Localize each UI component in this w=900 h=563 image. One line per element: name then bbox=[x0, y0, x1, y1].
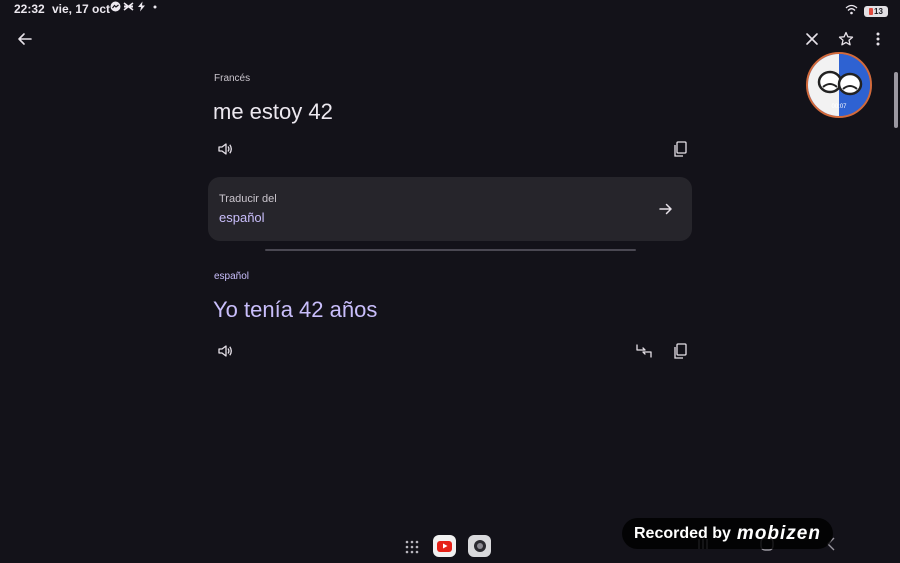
close-button[interactable] bbox=[798, 25, 826, 53]
flash-icon bbox=[136, 1, 147, 12]
app-drawer-button[interactable] bbox=[402, 537, 422, 557]
translate-from-language: español bbox=[219, 210, 265, 225]
status-date: vie, 17 oct bbox=[52, 2, 111, 16]
status-right: 13 bbox=[845, 2, 888, 20]
messenger-icon bbox=[110, 1, 121, 12]
source-language-label: Francés bbox=[214, 73, 251, 84]
battery-percent: 13 bbox=[874, 6, 883, 16]
translate-from-title: Traducir del bbox=[219, 193, 277, 205]
translate-from-card[interactable]: Traducir del español bbox=[208, 177, 692, 241]
status-time: 22:32 bbox=[14, 2, 45, 16]
recorder-elapsed: 00:07 bbox=[831, 104, 847, 110]
swap-alternatives-icon bbox=[636, 344, 652, 358]
notification-icons bbox=[110, 1, 160, 12]
target-copy-button[interactable] bbox=[666, 337, 694, 365]
copy-icon bbox=[674, 343, 687, 359]
source-copy-button[interactable] bbox=[666, 135, 694, 163]
copy-icon bbox=[674, 141, 687, 157]
recording-watermark: Recorded by mobizen bbox=[622, 518, 833, 549]
capcut-icon bbox=[123, 1, 134, 12]
translated-text[interactable]: Yo tenía 42 años bbox=[213, 297, 377, 323]
section-divider bbox=[265, 249, 636, 251]
source-listen-button[interactable] bbox=[211, 135, 239, 163]
apps-grid-icon bbox=[405, 540, 419, 554]
wifi-icon bbox=[845, 2, 858, 20]
watermark-brand-logo: mobizen bbox=[736, 522, 821, 544]
close-icon bbox=[806, 33, 818, 45]
alternate-translations-button[interactable] bbox=[630, 337, 658, 365]
speaker-icon bbox=[218, 345, 232, 357]
star-outline-icon bbox=[838, 31, 854, 46]
battery-icon: 13 bbox=[864, 5, 888, 17]
speaker-icon bbox=[218, 143, 232, 155]
more-vert-icon bbox=[876, 32, 880, 46]
scrollbar[interactable] bbox=[894, 72, 898, 128]
source-text[interactable]: me estoy 42 bbox=[213, 99, 333, 125]
arrow-back-icon bbox=[18, 33, 32, 45]
back-button[interactable] bbox=[11, 25, 39, 53]
youtube-app-icon[interactable] bbox=[433, 535, 456, 557]
recorder-bubble[interactable]: 00:07 bbox=[806, 52, 872, 118]
target-listen-button[interactable] bbox=[211, 337, 239, 365]
target-language-label: español bbox=[214, 271, 250, 282]
camera-app-icon[interactable] bbox=[468, 535, 491, 557]
more-options-button[interactable] bbox=[864, 25, 892, 53]
dot-icon bbox=[149, 1, 160, 12]
arrow-forward-icon bbox=[652, 195, 680, 223]
battery-level-fill bbox=[869, 7, 874, 15]
watermark-recorded-by: Recorded by bbox=[634, 524, 731, 542]
save-translation-button[interactable] bbox=[832, 25, 860, 53]
